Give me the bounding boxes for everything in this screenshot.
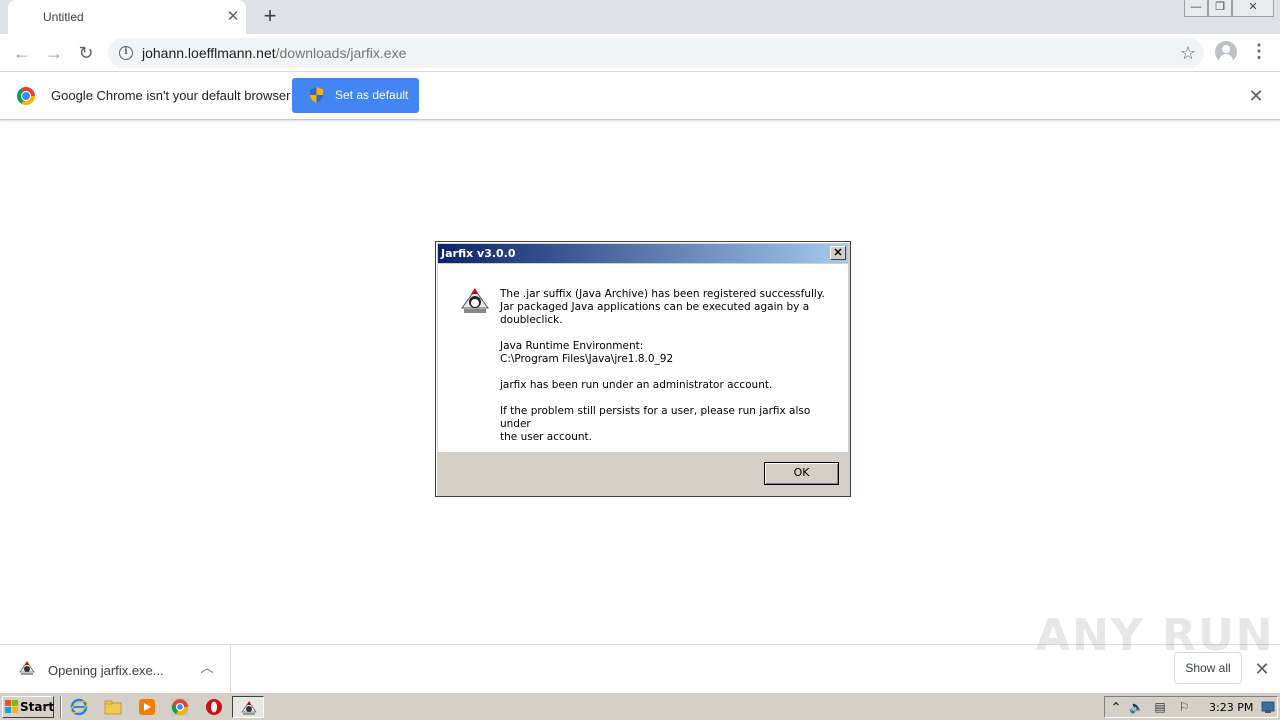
chevron-up-icon[interactable]: ︿ [198,659,216,677]
dialog-paragraph: jarfix has been run under an administrat… [500,379,773,391]
reload-icon[interactable]: ↻ [73,40,99,66]
default-browser-infobar: Google Chrome isn't your default browser… [0,72,1280,120]
jarfix-taskbar-icon [241,701,257,715]
minimize-button[interactable]: — [1184,0,1208,17]
restore-button[interactable]: ❐ [1208,0,1232,17]
action-center-flag-icon[interactable]: ⚐ [1177,700,1191,714]
taskbar-clock[interactable]: 3:23 PM [1209,701,1253,714]
jarfix-file-icon [19,661,35,675]
start-button[interactable]: Start [2,696,54,718]
jarfix-app-icon [461,288,489,313]
show-desktop-icon[interactable] [1261,700,1275,714]
download-label: Opening jarfix.exe... [48,663,164,678]
set-as-default-button[interactable]: Set as default [292,78,419,113]
url-text[interactable]: johann.loefflmann.net/downloads/jarfix.e… [142,45,406,61]
windows-flag-icon [5,700,18,713]
menu-dots-icon[interactable]: ⋮ [1250,42,1268,62]
system-tray: ⌃ 🔈 ▤ ⚐ 3:23 PM [1104,696,1278,718]
dialog-titlebar[interactable]: Jarfix v3.0.0 ✕ [438,244,848,263]
tab-close-icon[interactable]: ✕ [224,8,242,26]
address-bar[interactable]: i johann.loefflmann.net/downloads/jarfix… [108,38,1204,68]
dialog-paragraph: Java Runtime Environment: C:\Program Fil… [500,340,674,365]
start-label: Start [20,700,55,714]
dialog-close-icon[interactable]: ✕ [830,246,846,260]
back-arrow-icon[interactable]: ← [9,40,35,66]
url-host: johann.loefflmann.net [142,45,276,61]
profile-avatar-icon[interactable] [1215,41,1237,63]
network-icon[interactable]: ▤ [1153,700,1167,714]
tab-untitled[interactable]: Untitled ✕ [8,0,246,34]
chrome-taskbar-icon[interactable] [171,698,189,716]
show-hidden-icons-icon[interactable]: ⌃ [1109,700,1123,714]
shelf-close-icon[interactable]: ✕ [1252,659,1272,679]
jarfix-taskbar-button[interactable] [232,696,264,718]
volume-icon[interactable]: 🔈 [1129,700,1144,714]
dialog-paragraph: The .jar suffix (Java Archive) has been … [500,288,825,326]
media-player-icon[interactable] [138,698,156,716]
infobar-message: Google Chrome isn't your default browser [51,88,291,103]
anyrun-watermark: ANY RUN [1036,610,1275,661]
forward-arrow-icon[interactable]: → [41,40,67,66]
browser-toolbar: ← → ↻ i johann.loefflmann.net/downloads/… [0,34,1280,72]
infobar-close-icon[interactable]: ✕ [1246,86,1266,106]
dialog-paragraph: If the problem still persists for a user… [500,405,811,443]
new-tab-button[interactable]: + [258,5,282,29]
dialog-body: The .jar suffix (Java Archive) has been … [438,264,848,452]
opera-icon[interactable] [205,698,223,716]
internet-explorer-icon[interactable] [70,698,88,716]
close-window-button[interactable]: ✕ [1232,0,1274,17]
set-as-default-label: Set as default [335,88,409,102]
dialog-message: The .jar suffix (Java Archive) has been … [500,288,840,457]
taskbar-separator [60,696,62,718]
dialog-title: Jarfix v3.0.0 [441,247,516,260]
site-info-icon[interactable]: i [119,46,133,60]
tab-title: Untitled [43,10,84,24]
uac-shield-icon [310,87,323,103]
windows-taskbar: Start ⌃ 🔈 ▤ ⚐ 3:23 PM [0,692,1280,720]
jarfix-dialog: Jarfix v3.0.0 ✕ The .jar suffix (Java Ar… [435,241,851,497]
download-item[interactable]: Opening jarfix.exe... ︿ [0,645,231,693]
ok-button[interactable]: OK [764,462,839,485]
tab-strip: Untitled ✕ + — ❐ ✕ [0,0,1280,34]
bookmark-star-icon[interactable]: ☆ [1180,42,1196,64]
explorer-folder-icon[interactable] [104,698,122,716]
chrome-logo-icon [17,87,35,105]
url-path: /downloads/jarfix.exe [275,45,407,61]
